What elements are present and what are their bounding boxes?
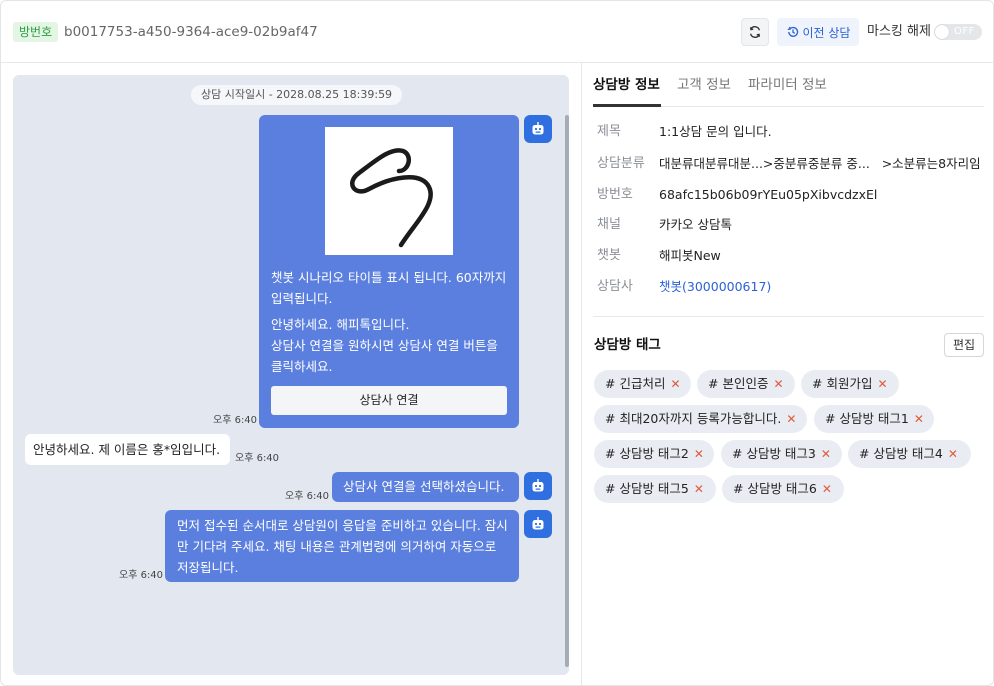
remove-tag-icon[interactable]: ✕ — [914, 412, 924, 426]
chat-scrollbar[interactable] — [565, 115, 569, 667]
info-value-channel: 카카오 상담톡 — [659, 217, 732, 232]
info-value-chatbot: 해피봇New — [659, 248, 721, 263]
remove-tag-icon[interactable]: ✕ — [948, 447, 958, 461]
tag-chip: # 상담방 태그4 ✕ — [848, 440, 971, 468]
info-value-title: 1:1상담 문의 입니다. — [659, 124, 772, 139]
tab-customer-info[interactable]: 고객 정보 — [677, 75, 731, 95]
section-divider — [593, 316, 984, 317]
bot-message-bubble: 상담사 연결을 선택하셨습니다. — [332, 472, 519, 502]
tag-chip: # 최대20자까지 등록가능합니다. ✕ — [594, 405, 807, 433]
tag-section-title: 상담방 태그 — [594, 337, 661, 353]
previous-consult-button[interactable]: 이전 상담 — [777, 18, 859, 46]
history-icon — [787, 26, 798, 37]
remove-tag-icon[interactable]: ✕ — [821, 447, 831, 461]
remove-tag-icon[interactable]: ✕ — [877, 377, 887, 391]
tab-parameter-info[interactable]: 파라미터 정보 — [748, 75, 827, 95]
robot-icon — [532, 517, 544, 530]
tag-label: # 상담방 태그2 — [605, 446, 689, 461]
previous-consult-label: 이전 상담 — [802, 25, 851, 40]
edit-tags-button[interactable]: 편집 — [944, 333, 984, 357]
tab-room-info[interactable]: 상담방 정보 — [593, 75, 660, 95]
message-time: 오후 6:40 — [213, 415, 258, 426]
bot-message-bubble: 먼저 접수된 순서대로 상담원이 응답을 준비하고 있습니다. 잠시만 기다려 … — [165, 510, 519, 582]
room-id-text: b0017753-a450-9364-ace9-02b9af47 — [64, 24, 318, 40]
header-bar: 방번호 b0017753-a450-9364-ace9-02b9af47 이전 … — [1, 1, 993, 63]
tag-label: # 상담방 태그1 — [825, 411, 909, 426]
tag-chip: # 회원가입 ✕ — [801, 370, 899, 398]
tag-label: # 상담방 태그4 — [859, 446, 943, 461]
info-value-agent-link[interactable]: 챗봇(3000000617) — [659, 278, 771, 296]
info-label-room-number: 방번호 — [597, 187, 633, 202]
bot-avatar — [524, 115, 552, 143]
info-label-chatbot: 챗봇 — [597, 248, 621, 263]
room-number-badge: 방번호 — [13, 22, 59, 42]
scenario-title-text: 챗봇 시나리오 타이틀 표시 됩니다. 60자까지 입력됩니다. — [271, 270, 507, 306]
connect-agent-button[interactable]: 상담사 연결 — [271, 386, 507, 415]
tag-label: # 회원가입 — [812, 376, 873, 391]
info-label-agent: 상담사 — [597, 279, 633, 294]
tag-label: # 상담방 태그3 — [732, 446, 816, 461]
tag-chip: # 상담방 태그2 ✕ — [594, 440, 714, 468]
consult-start-time: 상담 시작일시 - 2028.08.25 18:39:59 — [191, 85, 403, 105]
info-label-title: 제목 — [597, 124, 621, 139]
info-value-category: 대분류대분류대분...>중분류중분류 중... >소분류는8자리임 — [659, 156, 981, 171]
tag-label: # 최대20자까지 등록가능합니다. — [605, 411, 782, 426]
info-value-room-number: 68afc15b06b09rYEu05pXibvcdzxEl — [659, 187, 878, 202]
remove-tag-icon[interactable]: ✕ — [822, 482, 832, 496]
bot-avatar — [524, 510, 552, 538]
bot-avatar — [524, 472, 552, 500]
remove-tag-icon[interactable]: ✕ — [786, 412, 796, 426]
tag-chip: # 상담방 태그5 ✕ — [594, 475, 716, 503]
consultation-window: 방번호 b0017753-a450-9364-ace9-02b9af47 이전 … — [0, 0, 994, 686]
tag-chip: # 긴급처리 ✕ — [594, 370, 691, 398]
info-label-category: 상담분류 — [597, 156, 645, 171]
remove-tag-icon[interactable]: ✕ — [670, 377, 680, 391]
refresh-icon — [749, 26, 761, 38]
message-time: 오후 6:40 — [285, 491, 330, 502]
remove-tag-icon[interactable]: ✕ — [694, 482, 704, 496]
tag-label: # 긴급처리 — [605, 376, 666, 391]
info-tabs: 상담방 정보 고객 정보 파라미터 정보 — [593, 63, 984, 107]
robot-icon — [532, 122, 544, 135]
bot-greeting-text: 안녕하세요. 해피톡입니다. 상담사 연결을 원하시면 상담사 연결 버튼을 클… — [271, 317, 498, 374]
tag-chip: # 상담방 태그6 ✕ — [722, 475, 844, 503]
masking-label: 마스킹 해제 — [867, 24, 931, 39]
bot-message-card: 챗봇 시나리오 타이틀 표시 됩니다. 60자까지 입력됩니다. 안녕하세요. … — [259, 115, 519, 428]
user-message-bubble: 안녕하세요. 제 이름은 홍*임입니다. — [25, 434, 230, 465]
refresh-button[interactable] — [741, 18, 769, 46]
tag-label: # 상담방 태그5 — [605, 481, 689, 496]
brand-logo-icon — [350, 148, 433, 248]
toggle-state-text: OFF — [954, 26, 975, 37]
info-label-channel: 채널 — [597, 217, 621, 232]
tag-chip: # 상담방 태그3 ✕ — [721, 440, 842, 468]
masking-toggle[interactable]: OFF — [934, 24, 982, 40]
panel-divider — [581, 63, 582, 685]
scenario-image — [325, 127, 453, 255]
tag-label: # 본인인증 — [708, 376, 769, 391]
toggle-knob — [935, 25, 949, 39]
message-time: 오후 6:40 — [235, 453, 280, 464]
tag-label: # 상담방 태그6 — [733, 481, 817, 496]
tag-chip: # 상담방 태그1 ✕ — [814, 405, 934, 433]
message-time: 오후 6:40 — [119, 570, 164, 581]
tag-chip: # 본인인증 ✕ — [697, 370, 795, 398]
remove-tag-icon[interactable]: ✕ — [773, 377, 783, 391]
robot-icon — [532, 479, 544, 492]
active-tab-indicator — [593, 104, 661, 107]
remove-tag-icon[interactable]: ✕ — [694, 447, 704, 461]
